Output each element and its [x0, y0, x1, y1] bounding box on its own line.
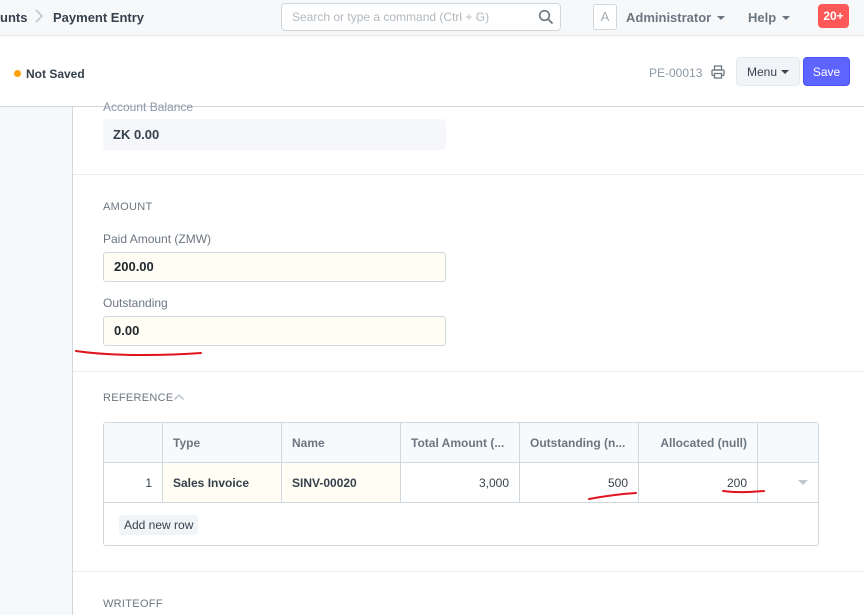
caret-down-icon — [717, 16, 726, 20]
table-row-index: 1 — [104, 463, 163, 503]
breadcrumb-parent[interactable]: unts — [0, 10, 27, 25]
caret-down-icon — [781, 70, 790, 74]
search-box[interactable] — [281, 3, 561, 31]
table-cell-total-amount[interactable]: 3,000 — [401, 463, 520, 503]
account-balance-value: ZK 0.00 — [103, 119, 446, 150]
paid-amount-label: Paid Amount (ZMW) — [103, 232, 212, 246]
section-divider — [73, 174, 864, 175]
account-balance-label: Account Balance — [103, 100, 194, 114]
notification-badge[interactable]: 20+ — [818, 4, 849, 28]
table-header-index — [104, 423, 163, 463]
help-menu-label: Help — [748, 10, 777, 25]
user-menu-label: Administrator — [626, 10, 712, 25]
menu-button[interactable]: Menu — [736, 57, 800, 86]
chevron-up-icon[interactable] — [173, 392, 185, 402]
chevron-right-icon — [35, 9, 44, 23]
outstanding-label: Outstanding — [103, 296, 168, 310]
reference-table: Type Name Total Amount (... Outstanding … — [103, 422, 819, 546]
menu-button-label: Menu — [746, 65, 778, 79]
amount-section-heading: AMOUNT — [103, 201, 153, 213]
add-new-row-button[interactable]: Add new row — [119, 515, 199, 535]
doc-status: Not Saved — [26, 67, 85, 81]
table-cell-actions[interactable] — [758, 463, 818, 503]
breadcrumb-current[interactable]: Payment Entry — [53, 10, 144, 25]
table-cell-outstanding[interactable]: 500 — [520, 463, 639, 503]
table-header-name[interactable]: Name — [282, 423, 401, 463]
document-id: PE-00013 — [649, 66, 703, 80]
outstanding-input[interactable]: 0.00 — [103, 316, 446, 346]
table-header-allocated[interactable]: Allocated (null) — [639, 423, 758, 463]
status-indicator-dot — [14, 70, 21, 77]
page-head: Not Saved PE-00013 Menu Save — [0, 37, 864, 107]
table-header-outstanding[interactable]: Outstanding (n... — [520, 423, 639, 463]
table-header-type[interactable]: Type — [163, 423, 282, 463]
help-menu[interactable]: Help — [748, 10, 791, 25]
search-input[interactable] — [282, 4, 532, 30]
reference-section-heading[interactable]: REFERENCE — [103, 392, 174, 404]
avatar[interactable]: A — [593, 4, 617, 30]
table-cell-allocated[interactable]: 200 — [639, 463, 758, 503]
writeoff-section-heading[interactable]: WRITEOFF — [103, 598, 163, 610]
save-button[interactable]: Save — [803, 57, 850, 86]
table-header-actions — [758, 423, 818, 463]
paid-amount-input[interactable]: 200.00 — [103, 252, 446, 282]
table-cell-name[interactable]: SINV-00020 — [282, 463, 401, 503]
navbar: unts Payment Entry A Administrator Help … — [0, 0, 864, 36]
caret-down-icon — [782, 16, 791, 20]
section-divider — [73, 571, 864, 572]
caret-down-icon[interactable] — [798, 480, 808, 485]
user-menu[interactable]: Administrator — [626, 10, 726, 25]
section-divider — [73, 371, 864, 372]
table-header-total-amount[interactable]: Total Amount (... — [401, 423, 520, 463]
print-icon[interactable] — [711, 65, 725, 79]
payment-entry-form: Account Balance ZK 0.00 AMOUNT Paid Amou… — [72, 100, 864, 615]
search-icon[interactable] — [538, 9, 554, 25]
table-cell-type[interactable]: Sales Invoice — [163, 463, 282, 503]
